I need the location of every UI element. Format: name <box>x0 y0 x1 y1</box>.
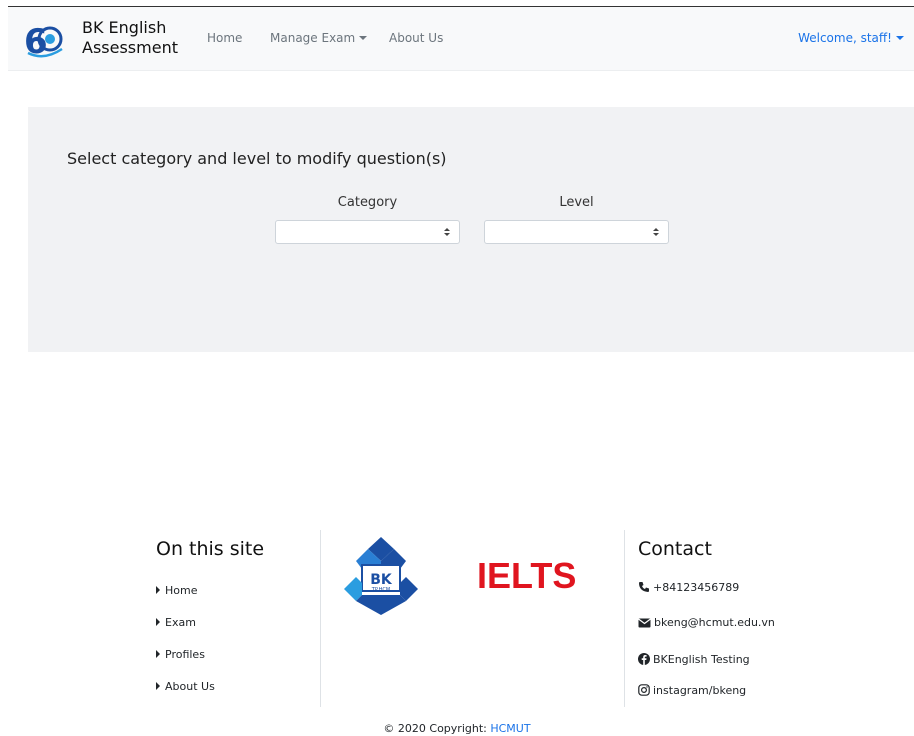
phone-icon <box>639 582 649 592</box>
contact-instagram[interactable]: instagram/bkeng <box>638 684 746 697</box>
brand-name[interactable]: BK English Assessment <box>82 18 178 58</box>
footer-link-home[interactable]: Home <box>156 584 197 597</box>
caret-down-icon <box>896 36 904 40</box>
bk-logo-subtext: TP.HCM <box>371 587 390 593</box>
select-arrows-icon <box>444 228 450 236</box>
contact-facebook-text: BKEnglish Testing <box>653 653 750 666</box>
contact-email[interactable]: bkeng@hcmut.edu.vn <box>638 616 775 629</box>
caret-right-icon <box>156 586 160 594</box>
level-label: Level <box>559 195 594 210</box>
level-select[interactable] <box>484 220 669 244</box>
brand-line-2: Assessment <box>82 38 178 57</box>
footer-link-about[interactable]: About Us <box>156 680 215 693</box>
brand-logo-icon[interactable]: 6 <box>24 19 64 59</box>
nav-about-link[interactable]: About Us <box>389 31 443 45</box>
nav-manage-exam-dropdown[interactable]: Manage Exam <box>270 31 368 45</box>
nav-home-link[interactable]: Home <box>207 31 242 45</box>
caret-right-icon <box>156 618 160 626</box>
footer-link-profiles[interactable]: Profiles <box>156 648 205 661</box>
svg-text:6: 6 <box>24 22 48 59</box>
question-filter-panel: Select category and level to modify ques… <box>28 107 914 352</box>
contact-email-text: bkeng@hcmut.edu.vn <box>654 616 775 629</box>
panel-title: Select category and level to modify ques… <box>67 149 447 168</box>
footer-divider <box>624 530 625 707</box>
contact-instagram-text: instagram/bkeng <box>653 684 747 697</box>
footer-link-label: Profiles <box>165 648 205 661</box>
contact-phone-text: +84123456789 <box>653 581 740 594</box>
contact-phone[interactable]: +84123456789 <box>638 581 739 594</box>
facebook-icon <box>638 653 650 665</box>
copyright: © 2020 Copyright: HCMUT <box>0 722 914 735</box>
user-menu-dropdown[interactable]: Welcome, staff! <box>798 31 904 45</box>
footer-divider <box>320 530 321 707</box>
select-arrows-icon <box>653 228 659 236</box>
footer-contact-heading: Contact <box>638 538 712 560</box>
bk-university-logo: BK TP.HCM <box>344 537 418 615</box>
bk-logo-text: BK <box>370 572 393 588</box>
footer-link-label: Exam <box>165 616 196 629</box>
nav-manage-exam-label: Manage Exam <box>270 31 356 45</box>
ielts-logo: IELTS <box>477 557 576 595</box>
category-label: Category <box>337 195 398 210</box>
ielts-logo-text: IELTS <box>477 557 576 595</box>
contact-facebook[interactable]: BKEnglish Testing <box>638 653 750 666</box>
footer-link-label: About Us <box>165 680 215 693</box>
welcome-label: Welcome, staff! <box>798 31 892 45</box>
caret-right-icon <box>156 682 160 690</box>
envelope-icon <box>638 618 651 628</box>
footer-on-this-site-heading: On this site <box>156 538 265 560</box>
copyright-link[interactable]: HCMUT <box>490 722 530 735</box>
brand-line-1: BK English <box>82 18 167 37</box>
caret-right-icon <box>156 650 160 658</box>
footer-link-label: Home <box>165 584 198 597</box>
category-select[interactable] <box>275 220 460 244</box>
navbar: 6 BK English Assessment Home Manage Exam… <box>8 7 914 71</box>
copyright-prefix: © 2020 Copyright: <box>383 722 487 735</box>
footer-link-exam[interactable]: Exam <box>156 616 196 629</box>
caret-down-icon <box>359 36 368 40</box>
instagram-icon <box>638 684 650 696</box>
